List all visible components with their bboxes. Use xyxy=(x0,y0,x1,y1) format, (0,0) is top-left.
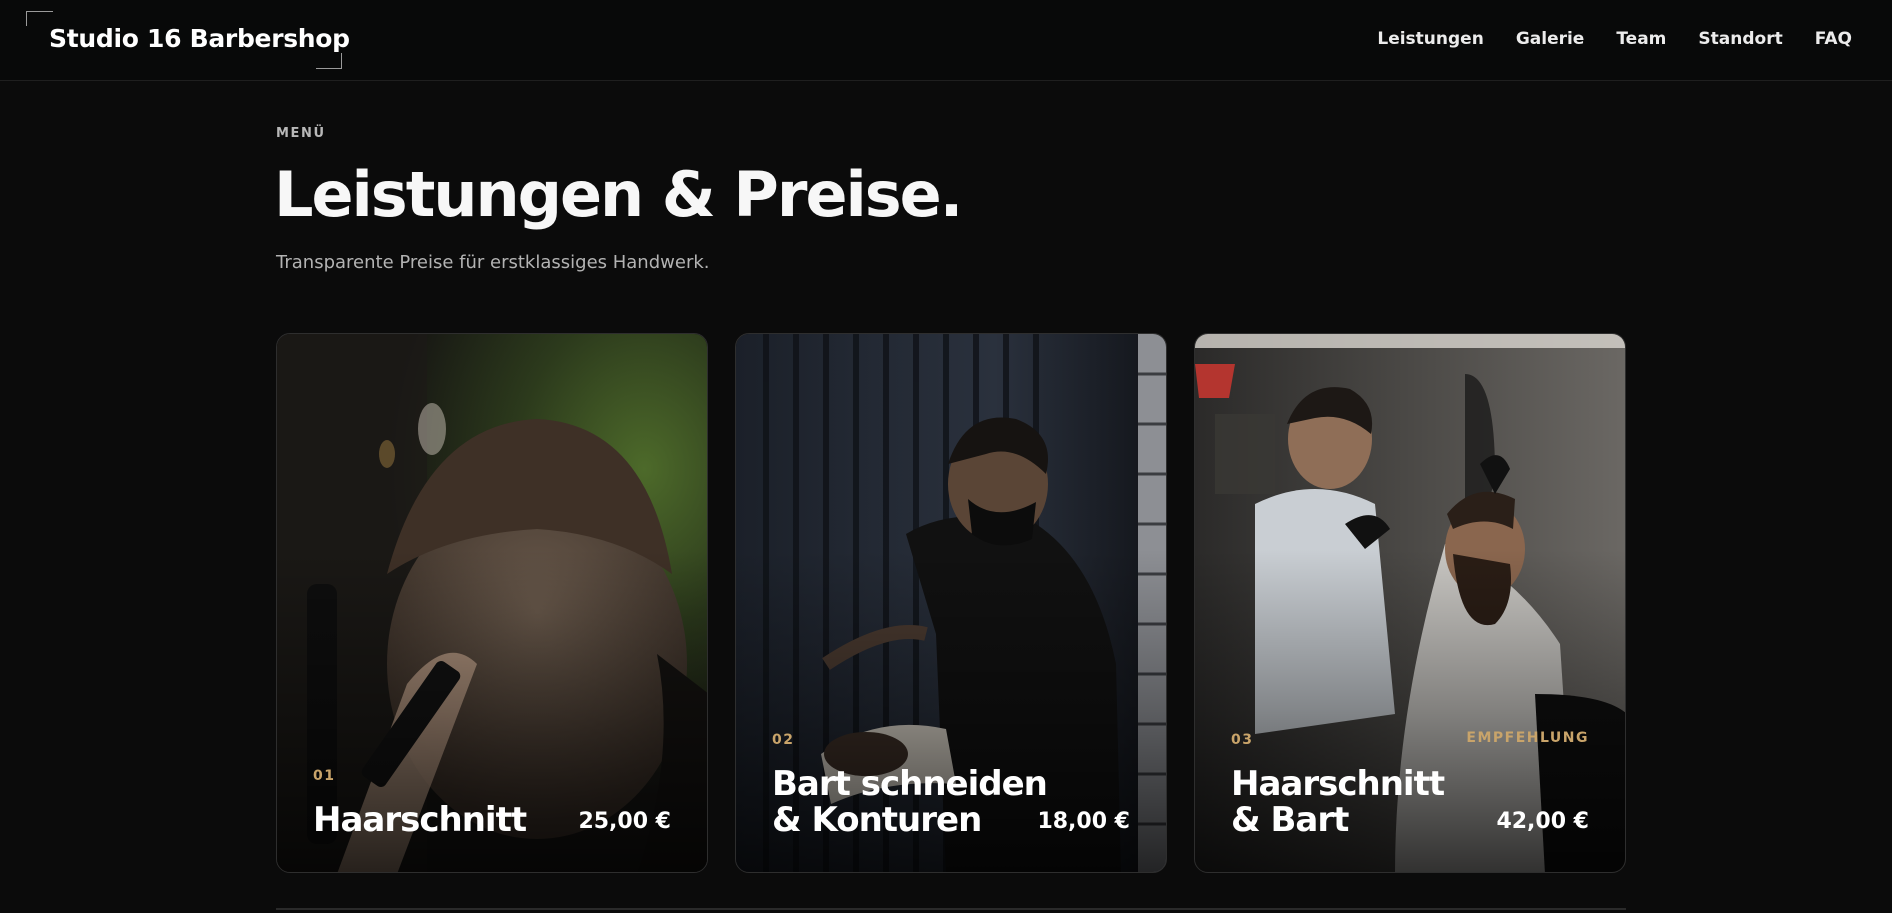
service-name: Haarschnitt xyxy=(313,800,527,840)
service-price: 18,00 € xyxy=(1037,809,1130,834)
section-title: Leistungen & Preise. xyxy=(274,158,963,231)
site-header: Studio 16 Barbershop Leistungen Galerie … xyxy=(0,0,1892,81)
service-number: 03 xyxy=(1231,732,1254,748)
service-card-haarschnitt-bart[interactable]: 03 EMPFEHLUNG Haarschnitt & Bart 42,00 € xyxy=(1194,333,1626,873)
logo[interactable]: Studio 16 Barbershop xyxy=(26,11,350,69)
nav-link-standort[interactable]: Standort xyxy=(1698,29,1782,49)
service-name-line2: & Konturen xyxy=(772,800,982,840)
nav-link-faq[interactable]: FAQ xyxy=(1815,29,1852,49)
logo-corner-bottom-right xyxy=(316,53,342,69)
service-name-line2: & Bart xyxy=(1231,800,1349,840)
service-name-line1: Bart schneiden xyxy=(772,764,1048,804)
service-card-bart-schneiden[interactable]: 02 Bart schneiden & Konturen 18,00 € xyxy=(735,333,1167,873)
section-eyebrow: MENÜ xyxy=(276,126,326,141)
main-nav: Leistungen Galerie Team Standort FAQ xyxy=(1377,29,1852,49)
service-card-haarschnitt[interactable]: 01 Haarschnitt 25,00 € xyxy=(276,333,708,873)
card-shade xyxy=(277,334,707,872)
nav-link-galerie[interactable]: Galerie xyxy=(1516,29,1585,49)
nav-link-leistungen[interactable]: Leistungen xyxy=(1377,29,1483,49)
service-name: Haarschnitt & Bart xyxy=(1231,764,1445,840)
service-number: 01 xyxy=(313,768,336,784)
logo-text[interactable]: Studio 16 Barbershop xyxy=(49,24,350,53)
service-name: Bart schneiden & Konturen xyxy=(772,764,1048,840)
section-divider xyxy=(276,908,1626,910)
recommendation-badge: EMPFEHLUNG xyxy=(1466,730,1589,746)
nav-link-team[interactable]: Team xyxy=(1616,29,1666,49)
service-price: 25,00 € xyxy=(578,809,671,834)
service-number: 02 xyxy=(772,732,795,748)
section-subtitle: Transparente Preise für erstklassiges Ha… xyxy=(276,252,710,273)
service-name-line1: Haarschnitt xyxy=(313,800,527,840)
service-name-line1: Haarschnitt xyxy=(1231,764,1445,804)
service-price: 42,00 € xyxy=(1496,809,1589,834)
